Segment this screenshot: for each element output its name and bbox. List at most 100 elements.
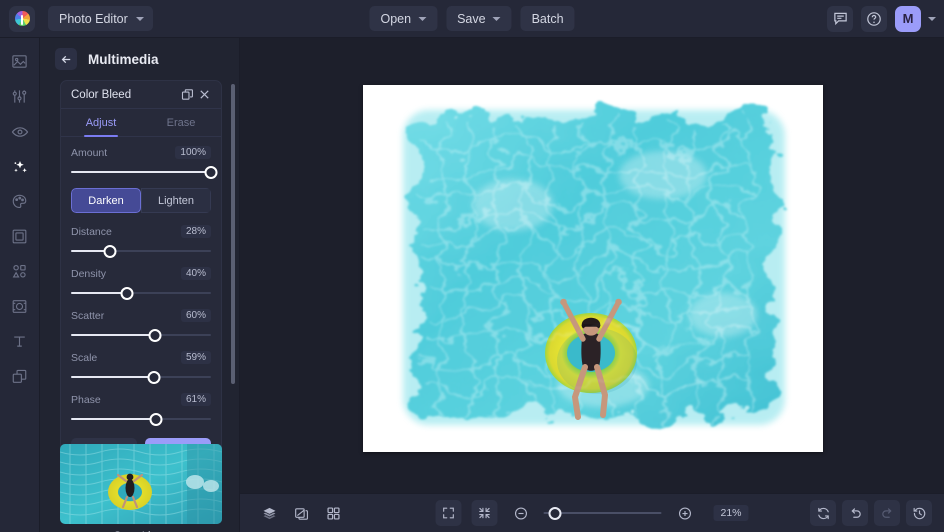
- slider-handle[interactable]: [149, 329, 162, 342]
- app-selector[interactable]: Photo Editor: [48, 6, 153, 31]
- befunky-logo[interactable]: [9, 6, 35, 32]
- zoom-slider[interactable]: [543, 506, 661, 520]
- control-scale-value: 59%: [181, 351, 211, 364]
- slider-scatter[interactable]: [71, 328, 211, 342]
- canvas-stage[interactable]: [240, 38, 944, 493]
- zoom-slider-handle[interactable]: [548, 507, 561, 520]
- tab-erase-label: Erase: [167, 117, 196, 129]
- grid-icon: [326, 506, 341, 521]
- sidebar-item-graphics[interactable]: [5, 258, 35, 285]
- mode-darken-button[interactable]: Darken: [71, 188, 141, 213]
- grid-button[interactable]: [320, 500, 346, 526]
- edited-photo: [363, 85, 823, 452]
- card-title: Color Bleed: [71, 89, 179, 101]
- slider-handle[interactable]: [121, 287, 134, 300]
- slider-scale[interactable]: [71, 370, 211, 384]
- palette-icon: [11, 193, 28, 210]
- expand-icon: [441, 506, 455, 520]
- sidebar-item-layers[interactable]: [5, 363, 35, 390]
- slider-phase[interactable]: [71, 412, 211, 426]
- redo-icon: [880, 506, 895, 521]
- save-button[interactable]: Save: [446, 6, 512, 31]
- sidebar-item-edit[interactable]: [5, 83, 35, 110]
- slider-density[interactable]: [71, 286, 211, 300]
- layers-button[interactable]: [256, 500, 282, 526]
- sidebar-item-frames[interactable]: [5, 223, 35, 250]
- feedback-button[interactable]: [827, 6, 853, 32]
- back-button[interactable]: [55, 48, 77, 70]
- control-distance: Distance 28%: [71, 225, 211, 258]
- sidebar-item-overlays[interactable]: [5, 293, 35, 320]
- slider-fill: [71, 418, 156, 420]
- control-scatter-label: Scatter: [71, 310, 104, 322]
- slider-handle[interactable]: [205, 166, 218, 179]
- help-button[interactable]: [861, 6, 887, 32]
- tab-erase[interactable]: Erase: [141, 109, 221, 136]
- close-icon: [198, 88, 211, 101]
- compare-button[interactable]: [288, 500, 314, 526]
- slider-distance[interactable]: [71, 244, 211, 258]
- open-button-label: Open: [380, 12, 411, 26]
- layers-icon: [11, 368, 28, 385]
- save-button-label: Save: [457, 12, 486, 26]
- mode-lighten-button[interactable]: Lighten: [141, 188, 211, 213]
- tab-adjust[interactable]: Adjust: [61, 109, 141, 136]
- sidebar-item-text[interactable]: [5, 328, 35, 355]
- redo-button[interactable]: [874, 500, 900, 526]
- slider-handle[interactable]: [147, 371, 160, 384]
- effect-thumbnail[interactable]: [60, 444, 222, 524]
- batch-button[interactable]: Batch: [521, 6, 575, 31]
- close-button[interactable]: [196, 86, 213, 103]
- bottom-toolbar: 21%: [240, 493, 944, 532]
- control-distance-value: 28%: [181, 225, 211, 238]
- top-right-actions: M: [827, 6, 936, 32]
- fit-screen-button[interactable]: [435, 500, 461, 526]
- sidebar-item-artsy[interactable]: [5, 188, 35, 215]
- chevron-down-icon: [418, 17, 426, 21]
- slider-handle[interactable]: [150, 413, 163, 426]
- sidebar-item-effects[interactable]: [5, 153, 35, 180]
- app-selector-label: Photo Editor: [59, 12, 128, 26]
- layers-stack-icon: [262, 506, 277, 521]
- control-scale: Scale 59%: [71, 351, 211, 384]
- control-scale-label: Scale: [71, 352, 97, 364]
- help-circle-icon: [866, 11, 882, 27]
- actual-size-button[interactable]: [471, 500, 497, 526]
- control-density: Density 40%: [71, 267, 211, 300]
- control-phase-value: 61%: [181, 393, 211, 406]
- undo-button[interactable]: [842, 500, 868, 526]
- top-actions: Open Save Batch: [369, 6, 574, 31]
- reset-button[interactable]: [810, 500, 836, 526]
- zoom-controls: 21%: [435, 500, 748, 526]
- panel-scrollbar[interactable]: [231, 84, 235, 384]
- slider-amount[interactable]: [71, 165, 211, 179]
- avatar[interactable]: M: [895, 6, 921, 32]
- chevron-down-icon[interactable]: [928, 17, 936, 21]
- avatar-initial: M: [903, 11, 914, 26]
- logo-b-stem: [21, 15, 24, 25]
- duplicate-button[interactable]: [179, 86, 196, 103]
- image-canvas[interactable]: [363, 85, 823, 452]
- color-bleed-card: Color Bleed Adjust: [60, 80, 222, 475]
- history-button[interactable]: [906, 500, 932, 526]
- next-effect-item[interactable]: Scan Lines: [60, 444, 222, 532]
- zoom-out-button[interactable]: [507, 500, 533, 526]
- compare-icon: [294, 506, 309, 521]
- shapes-icon: [11, 263, 28, 280]
- slider-fill: [71, 334, 155, 336]
- chevron-down-icon: [493, 17, 501, 21]
- zoom-level-value[interactable]: 21%: [713, 505, 748, 521]
- history-icon: [912, 506, 927, 521]
- undo-icon: [848, 506, 863, 521]
- plus-circle-icon: [677, 506, 692, 521]
- sidebar-item-touch-up[interactable]: [5, 118, 35, 145]
- slider-handle[interactable]: [104, 245, 117, 258]
- zoom-in-button[interactable]: [671, 500, 697, 526]
- mode-toggle: Darken Lighten: [71, 188, 211, 213]
- card-body: Amount 100% Darken Lighten: [61, 137, 221, 474]
- sparkles-icon: [11, 158, 29, 176]
- open-button[interactable]: Open: [369, 6, 437, 31]
- effects-panel: Multimedia Color Bleed: [40, 38, 240, 532]
- sidebar-item-photos[interactable]: [5, 48, 35, 75]
- mode-darken-label: Darken: [88, 195, 123, 207]
